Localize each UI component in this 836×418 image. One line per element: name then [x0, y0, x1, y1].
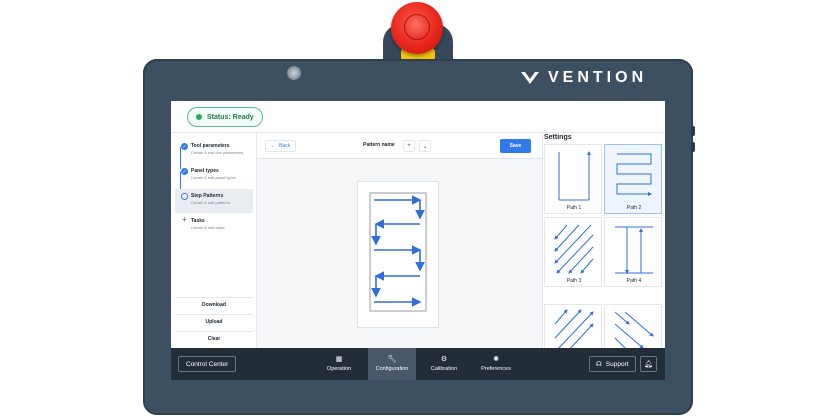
notifications-button[interactable]: 🔔︎: [640, 356, 657, 372]
path-option-1[interactable]: Path 1: [544, 144, 602, 214]
wrench-icon: 🔧︎: [387, 356, 397, 363]
step-subtitle: Create & edit patterns: [191, 200, 230, 205]
pattern-editor: ← Back Pattern name + ⌄ Save: [257, 133, 542, 348]
download-button[interactable]: Download: [175, 297, 253, 312]
step-title: Tasks: [191, 218, 205, 224]
side-button: [691, 142, 695, 152]
bell-icon: 🔔︎: [644, 361, 653, 368]
vertical-pairs-path-icon: [615, 226, 653, 274]
steps-sidebar: ✓ Tool parameters Create & edit tool par…: [171, 133, 257, 348]
support-label: Support: [605, 360, 629, 368]
check-icon: ✓: [181, 168, 188, 175]
nav-operation[interactable]: ▦ Operation: [315, 348, 363, 380]
save-button[interactable]: Save: [500, 139, 531, 153]
grid-icon: ▦: [335, 356, 343, 363]
brand-name: VENTION: [548, 69, 648, 86]
step-subtitle: Create & edit tool parameters: [191, 150, 244, 155]
camera-icon: [287, 66, 301, 80]
arrow-left-icon: ←: [271, 143, 276, 149]
support-button[interactable]: ☊ Support: [589, 356, 636, 372]
nav-configuration[interactable]: 🔧︎ Configuration: [368, 348, 416, 380]
step-step-patterns[interactable]: Step Patterns Create & edit patterns: [175, 189, 253, 213]
pattern-canvas[interactable]: [357, 181, 439, 328]
step-title: Step Patterns: [191, 193, 224, 199]
control-center-button[interactable]: Control Center: [178, 356, 237, 372]
current-step-icon: [181, 193, 188, 200]
step-tool-parameters[interactable]: ✓ Tool parameters Create & edit tool par…: [175, 139, 253, 163]
add-pattern-button[interactable]: +: [403, 140, 415, 152]
serpentine-path-graphic: [371, 195, 425, 307]
upload-button[interactable]: Upload: [175, 314, 253, 329]
side-button: [691, 126, 695, 136]
nav-label: Preferences: [481, 366, 511, 372]
status-dot-icon: [196, 114, 202, 120]
device-mockup: VENTION Status: Ready ✓ Tool parameters …: [0, 0, 836, 418]
path-option-2[interactable]: Path 2: [604, 144, 662, 214]
serpentine-path-icon: [616, 153, 652, 196]
pattern-dropdown-button[interactable]: ⌄: [419, 140, 431, 152]
settings-title: Settings: [544, 134, 572, 141]
path-label: Path 2: [626, 205, 642, 211]
step-subtitle: Create & edit panel types: [191, 175, 236, 180]
check-icon: ✓: [181, 143, 188, 150]
back-button[interactable]: ← Back: [265, 140, 297, 152]
plus-icon: +: [182, 215, 187, 224]
nav-label: Configuration: [375, 366, 409, 372]
step-subtitle: Create & edit tasks: [191, 225, 225, 230]
app-screen: Status: Ready ✓ Tool parameters Create &…: [171, 101, 665, 380]
step-tasks[interactable]: + Tasks Create & edit tasks: [175, 214, 253, 238]
nav-label: Calibration: [430, 366, 458, 372]
step-title: Panel types: [191, 168, 219, 174]
path-label: Path 1: [566, 205, 582, 211]
status-badge: Status: Ready: [187, 107, 263, 127]
pattern-name-label: Pattern name: [363, 142, 395, 148]
step-panel-types[interactable]: ✓ Panel types Create & edit panel types: [175, 164, 253, 188]
top-bar: Status: Ready: [171, 101, 665, 133]
nav-label: Operation: [326, 366, 352, 372]
status-label: Status: Ready: [207, 113, 254, 121]
clear-button[interactable]: Clear: [175, 331, 253, 346]
diagonal-path-icon: [554, 224, 594, 274]
headset-icon: ☊: [596, 361, 602, 368]
bottom-nav-bar: Control Center ▦ Operation 🔧︎ Configurat…: [171, 348, 665, 380]
gear-icon: ✺: [493, 356, 499, 363]
path-option-4[interactable]: Path 4: [604, 217, 662, 287]
vention-logo-icon: [521, 72, 539, 84]
path-label: Path 3: [566, 278, 582, 284]
vertical-loop-path-icon: [558, 151, 591, 201]
brand-logo: VENTION: [520, 68, 647, 88]
calibration-icon: ⚙︎: [440, 356, 448, 363]
step-title: Tool parameters: [191, 143, 230, 149]
nav-calibration[interactable]: ⚙︎ Calibration: [420, 348, 468, 380]
nav-preferences[interactable]: ✺ Preferences: [472, 348, 520, 380]
emergency-stop-cap: [404, 14, 430, 40]
path-option-3[interactable]: Path 3: [544, 217, 602, 287]
back-label: Back: [279, 143, 291, 149]
editor-toolbar: ← Back Pattern name + ⌄ Save: [257, 133, 542, 159]
path-label: Path 4: [626, 278, 642, 284]
